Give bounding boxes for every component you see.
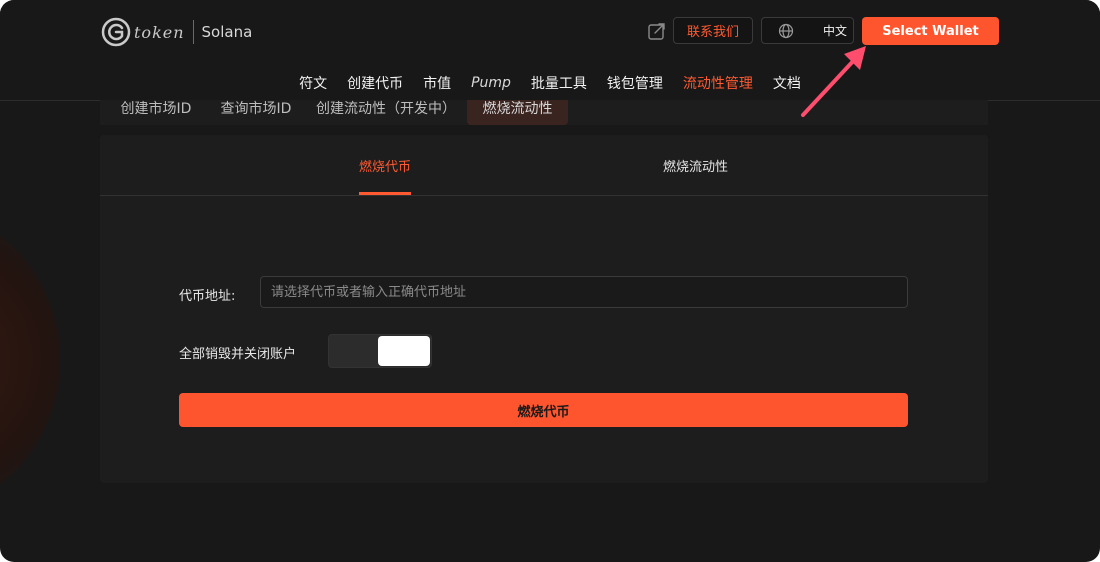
nav-item-batch-tools[interactable]: 批量工具 bbox=[521, 73, 597, 93]
subtab-burn-liquidity[interactable]: 燃烧流动性 bbox=[467, 100, 568, 125]
nav-item-market-cap[interactable]: 市值 bbox=[413, 73, 461, 93]
tab-burn-liquidity[interactable]: 燃烧流动性 bbox=[663, 156, 728, 175]
language-selector[interactable]: 中文 bbox=[761, 17, 854, 44]
burn-token-button[interactable]: 燃烧代币 bbox=[179, 393, 908, 427]
main-nav: 符文 创建代币 市值 Pump 批量工具 钱包管理 流动性管理 文档 bbox=[0, 66, 1100, 101]
nav-item-create-token[interactable]: 创建代币 bbox=[337, 73, 413, 93]
card-tabs: 燃烧代币 燃烧流动性 bbox=[100, 135, 988, 196]
subtab-create-liquidity[interactable]: 创建流动性（开发中） bbox=[316, 100, 456, 125]
nav-item-runes[interactable]: 符文 bbox=[289, 73, 337, 93]
burn-all-label: 全部销毁并关闭账户 bbox=[179, 347, 297, 362]
subtab-query-market-id[interactable]: 查询市场ID bbox=[216, 100, 296, 125]
nav-item-wallet-management[interactable]: 钱包管理 bbox=[597, 73, 673, 93]
logo-divider bbox=[192, 20, 194, 44]
nav-item-docs[interactable]: 文档 bbox=[763, 73, 811, 93]
subtab-create-market-id[interactable]: 创建市场ID bbox=[116, 100, 196, 125]
token-address-label: 代币地址: bbox=[179, 289, 236, 304]
token-address-input[interactable] bbox=[260, 276, 908, 308]
globe-icon bbox=[778, 23, 794, 38]
background-glow bbox=[0, 200, 60, 520]
token-logo-icon bbox=[101, 17, 131, 47]
app-window: token Solana 联系我们 中文 Select Wallet 符文 创建… bbox=[0, 0, 1100, 562]
logo-text: token bbox=[134, 22, 185, 42]
burn-card: 燃烧代币 燃烧流动性 代币地址: 全部销毁并关闭账户 燃烧代币 bbox=[100, 135, 988, 483]
toggle-knob bbox=[378, 336, 430, 366]
liquidity-subtabs: 创建市场ID 查询市场ID 创建流动性（开发中） 燃烧流动性 bbox=[100, 100, 988, 125]
burn-all-toggle[interactable] bbox=[328, 334, 432, 368]
nav-item-liquidity-management[interactable]: 流动性管理 bbox=[673, 73, 763, 93]
share-icon bbox=[648, 23, 665, 40]
top-bar: token Solana 联系我们 中文 Select Wallet bbox=[0, 0, 1100, 67]
logo[interactable]: token Solana bbox=[100, 16, 252, 48]
tab-burn-token[interactable]: 燃烧代币 bbox=[359, 156, 411, 175]
contact-us-button[interactable]: 联系我们 bbox=[673, 17, 753, 44]
share-button[interactable] bbox=[646, 20, 668, 42]
nav-item-pump[interactable]: Pump bbox=[461, 75, 521, 91]
language-label: 中文 bbox=[823, 24, 848, 38]
active-tab-indicator bbox=[359, 192, 411, 195]
chain-name: Solana bbox=[201, 23, 253, 41]
select-wallet-button[interactable]: Select Wallet bbox=[862, 17, 999, 45]
